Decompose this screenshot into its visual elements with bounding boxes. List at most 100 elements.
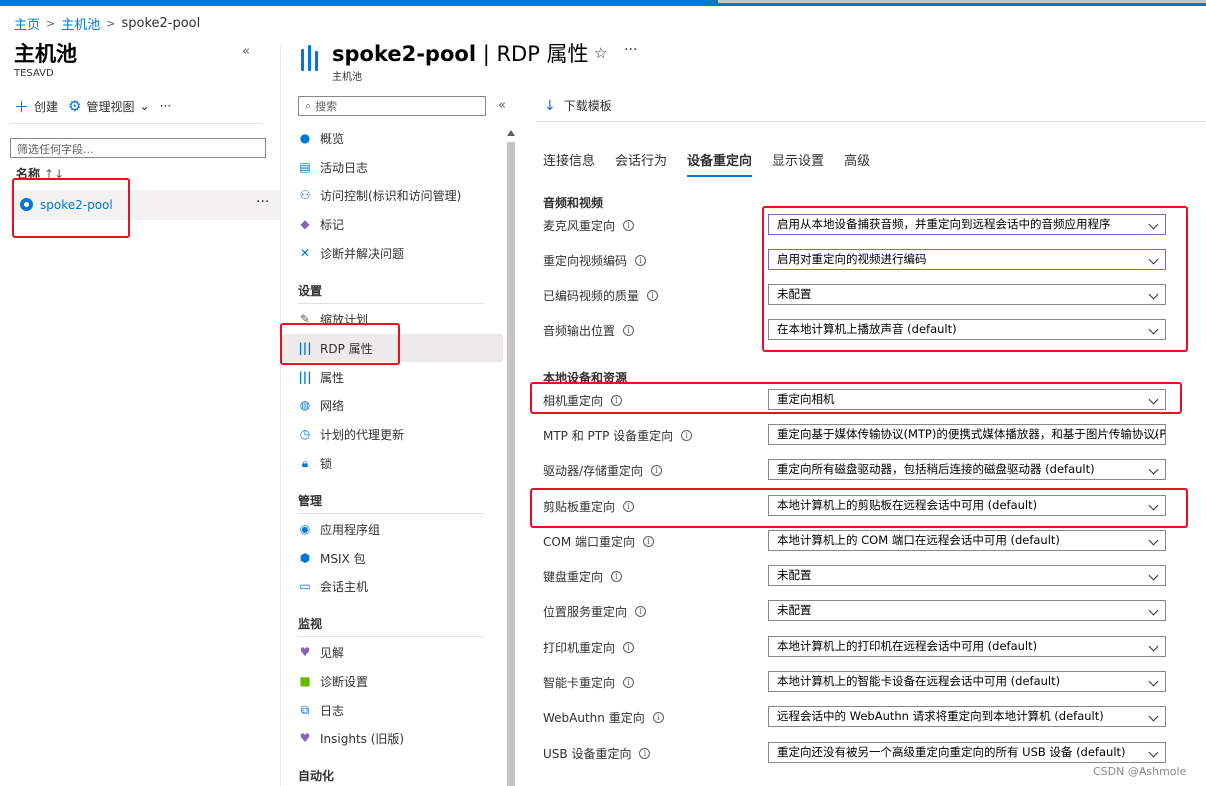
info-icon[interactable]: i [623,677,635,688]
info-icon[interactable]: i [623,325,635,336]
download-template-button[interactable]: ↓ 下载模板 [544,97,612,114]
location-redirection-select[interactable]: 未配置 [768,600,1166,621]
page-title-resource: spoke2-pool [332,42,477,66]
tab-session-behavior[interactable]: 会话行为 [615,150,667,177]
section-audio-video: 音频和视频 [543,196,604,210]
usb-redirection-select[interactable]: 重定向还没有被另一个高级重定向重定向的所有 USB 设备 (default) [768,742,1166,763]
nav-item-tags[interactable]: ◆ 标记 [282,210,503,238]
drive-redirection-select[interactable]: 重定向所有磁盘驱动器，包括稍后连接的磁盘驱动器 (default) [768,459,1166,480]
keyboard-redirection-select[interactable]: 未配置 [768,565,1166,586]
nav-item-properties[interactable]: ||| 属性 [282,363,503,391]
breadcrumb-hostpools[interactable]: 主机池 [61,14,100,33]
info-icon[interactable]: i [623,642,635,653]
breadcrumb: 主页 > 主机池 > spoke2-pool [14,14,201,33]
diagnose-icon: ✕ [299,246,311,260]
nav-item-diagnostic-settings[interactable]: ■ 诊断设置 [282,667,503,695]
top-bar [0,0,1206,6]
info-icon[interactable]: i [643,536,654,547]
package-icon: ⬢ [299,551,311,565]
info-icon[interactable]: i [647,290,659,301]
hostpool-toolbar: ＋ 创建 ⚙ 管理视图 ⌄ ··· [14,96,264,116]
mtp-ptp-redirection-select[interactable]: 重定向基于媒体传输协议(MTP)的便携式媒体播放器，和基于图片传输协议(PTP)… [768,424,1166,445]
nav-item-insights-classic[interactable]: ♥ Insights (旧版) [282,724,503,752]
nav-item-insights[interactable]: ♥ 见解 [282,638,503,666]
smartcard-redirection-select[interactable]: 本地计算机上的智能卡设备在远程会话中可用 (default) [768,671,1166,692]
tab-display-settings[interactable]: 显示设置 [772,150,824,177]
row-more-icon[interactable]: ··· [256,194,269,210]
highlight-camera [530,382,1182,414]
chevron-down-icon [1148,641,1159,652]
field-label-text: 驱动器/存储重定向 [543,464,644,478]
lock-icon: 🔒︎ [301,455,309,470]
app-group-icon: ◉ [299,522,311,536]
nav-item-logs[interactable]: ⧉ 日志 [282,696,503,724]
nav-item-iam[interactable]: ⚇ 访问控制(标识和访问管理) [282,181,503,209]
nav-item-label: 网络 [320,398,345,413]
field-label: USB 设备重定向 i [543,745,651,762]
field-label: 麦克风重定向 i [543,217,635,234]
create-button[interactable]: ＋ 创建 [14,96,58,117]
field-label: 智能卡重定向 i [543,674,635,691]
breadcrumb-home[interactable]: 主页 [14,14,40,33]
info-icon[interactable]: i [652,712,664,723]
collapse-nav-icon[interactable]: « [498,98,506,113]
collapse-left-blade-icon[interactable]: « [242,44,250,59]
breadcrumb-current: spoke2-pool [121,15,201,31]
field-label: MTP 和 PTP 设备重定向 i [543,427,693,444]
info-icon[interactable]: i [639,748,651,759]
insights-classic-icon: ♥ [299,731,311,745]
tab-device-redirection[interactable]: 设备重定向 [687,150,753,177]
more-button[interactable]: ··· [160,99,171,113]
nav-section-monitor: 监视 [298,617,323,631]
nav-item-diagnose[interactable]: ✕ 诊断并解决问题 [282,239,503,267]
gear-icon: ⚙ [68,97,82,115]
nav-scrollbar[interactable] [507,130,515,786]
nav-item-locks[interactable]: 🔒︎ 锁 [282,449,503,477]
scroll-up-icon[interactable] [507,130,515,136]
tab-advanced[interactable]: 高级 [844,150,870,177]
nav-item-network[interactable]: ◍ 网络 [282,391,503,419]
nav-item-label: 应用程序组 [320,522,381,537]
webauthn-redirection-select[interactable]: 远程会话中的 WebAuthn 请求将重定向到本地计算机 (default) [768,706,1166,727]
insights-icon: ♥ [299,645,311,659]
info-icon[interactable]: i [651,465,663,476]
select-value: 重定向基于媒体传输协议(MTP)的便携式媒体播放器，和基于图片传输协议(PTP)… [777,427,1166,441]
field-label-text: 打印机重定向 [543,641,616,655]
tab-bar: 连接信息 会话行为 设备重定向 显示设置 高级 [543,150,890,177]
more-actions-button[interactable]: ··· [624,42,637,58]
info-icon[interactable]: i [611,571,623,582]
nav-item-session-hosts[interactable]: ▭ 会话主机 [282,572,503,600]
field-label-text: MTP 和 PTP 设备重定向 [543,429,674,443]
field-label-text: 重定向视频编码 [543,254,628,268]
info-icon[interactable]: i [635,606,647,617]
nav-item-msix[interactable]: ⬢ MSIX 包 [282,544,503,572]
nav-item-label: 见解 [320,645,345,660]
divider [298,303,484,304]
field-label: 打印机重定向 i [543,639,635,656]
scrollbar-thumb[interactable] [507,142,515,786]
plus-icon: ＋ [14,97,30,116]
printer-redirection-select[interactable]: 本地计算机上的打印机在远程会话中可用 (default) [768,636,1166,657]
monitor-icon: ▭ [299,579,311,593]
iam-icon: ⚇ [299,188,311,202]
nav-item-agent-updates[interactable]: ◷ 计划的代理更新 [282,420,503,448]
tab-connection-info[interactable]: 连接信息 [543,150,595,177]
manage-view-label: 管理视图 [86,99,135,114]
chevron-right-icon: > [46,16,56,30]
nav-item-app-groups[interactable]: ◉ 应用程序组 [282,515,503,543]
field-label: WebAuthn 重定向 i [543,709,664,726]
com-port-redirection-select[interactable]: 本地计算机上的 COM 端口在远程会话中可用 (default) [768,530,1166,551]
info-icon[interactable]: i [635,255,647,266]
favorite-star-icon[interactable]: ☆ [594,44,607,62]
manage-view-button[interactable]: ⚙ 管理视图 ⌄ [68,97,150,115]
filter-input[interactable]: 筛选任何字段... [10,138,266,158]
nav-item-activity-log[interactable]: ▤ 活动日志 [282,153,503,181]
page-title: spoke2-pool | RDP 属性 [332,38,589,68]
info-icon[interactable]: i [681,430,693,441]
blade-divider [280,45,281,786]
nav-item-label: 诊断并解决问题 [320,246,405,261]
nav-item-overview[interactable]: ● 概览 [282,124,503,152]
nav-search-input[interactable]: ⌕ 搜索 [298,96,486,116]
info-icon[interactable]: i [623,220,635,231]
nav-section-automation: 自动化 [298,769,335,783]
